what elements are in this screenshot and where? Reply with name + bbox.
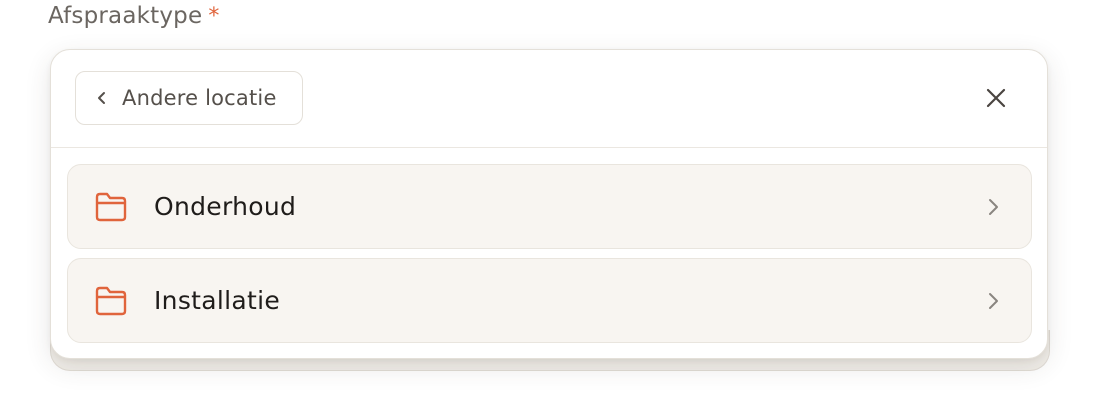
panel-header: Andere locatie [51, 50, 1047, 148]
back-button[interactable]: Andere locatie [75, 71, 303, 125]
close-icon [986, 88, 1006, 108]
folder-icon [95, 286, 127, 316]
list-item-onderhoud[interactable]: Onderhoud [67, 164, 1032, 249]
dropdown-panel: Andere locatie Onderhoud Installatie [50, 49, 1048, 359]
list-item-label: Onderhoud [154, 192, 297, 221]
list-item-label: Installatie [154, 286, 281, 315]
close-button[interactable] [979, 81, 1013, 115]
appointment-type-list: Onderhoud Installatie [67, 164, 1032, 352]
back-button-label: Andere locatie [122, 86, 277, 110]
field-label-text: Afspraaktype [48, 3, 203, 29]
chevron-right-icon [989, 199, 998, 215]
field-label: Afspraaktype * [48, 3, 220, 29]
required-mark: * [208, 4, 220, 29]
chevron-left-icon [92, 88, 112, 108]
folder-icon [95, 192, 127, 222]
chevron-right-icon [989, 293, 998, 309]
list-item-installatie[interactable]: Installatie [67, 258, 1032, 343]
